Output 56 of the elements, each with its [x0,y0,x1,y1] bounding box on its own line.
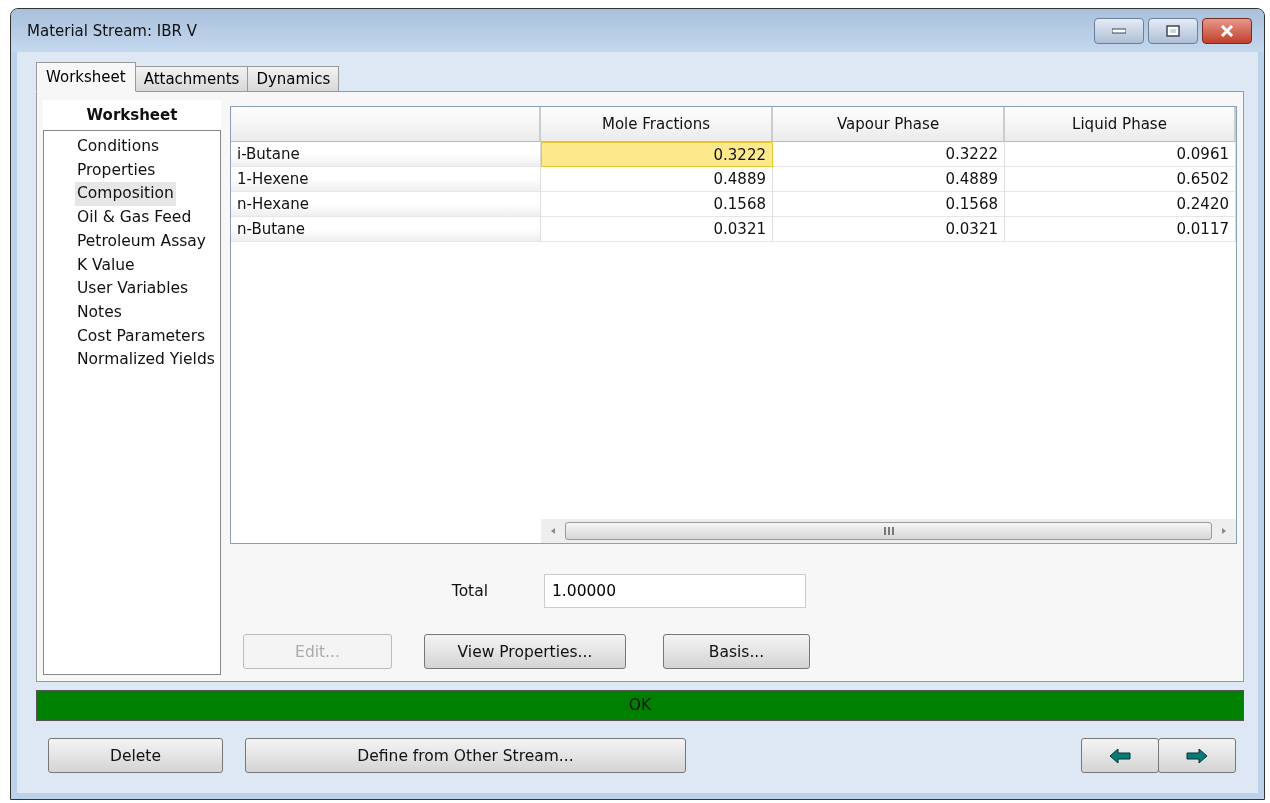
table-cell[interactable]: 0.0321 [773,217,1005,242]
maximize-icon [1166,24,1180,37]
scroll-right-icon [1220,527,1228,535]
right-arrow-icon [1186,747,1208,764]
scroll-left-icon [549,527,557,535]
delete-button[interactable]: Delete [48,738,223,773]
total-label: Total [450,582,488,600]
define-button[interactable]: Define from Other Stream... [245,738,686,773]
sidebar-item[interactable]: Composition [75,182,176,207]
left-arrow-icon [1109,747,1131,764]
sidebar-item[interactable]: Cost Parameters [75,324,208,349]
table-cell[interactable]: 0.3222 [541,142,773,167]
sidebar-item[interactable]: Properties [75,158,158,183]
sidebar-heading: Worksheet [43,100,221,130]
close-button[interactable] [1202,17,1252,44]
sidebar-item[interactable]: User Variables [75,277,191,301]
column-header: Liquid Phase [1005,107,1236,142]
maximize-button[interactable] [1148,17,1198,44]
action-button[interactable]: View Properties... [424,634,626,669]
tab[interactable]: Dynamics [247,66,340,92]
horizontal-scrollbar[interactable] [541,519,1236,543]
sidebar-item[interactable]: Normalized Yields [75,348,217,373]
minimize-icon [1112,27,1126,34]
forward-button[interactable] [1158,738,1236,773]
grip-icon [883,527,894,535]
sidebar-item[interactable]: Oil & Gas Feed [75,206,194,230]
table-cell[interactable]: 0.6502 [1005,167,1236,192]
table-cell[interactable]: 0.3222 [773,142,1005,167]
row-header: n-Hexane [231,192,541,217]
row-header: n-Butane [231,217,541,242]
action-button[interactable]: Basis... [663,634,810,669]
sidebar-item[interactable]: Petroleum Assay [75,229,209,254]
sidebar-item[interactable]: Conditions [75,135,162,159]
scroll-thumb[interactable] [565,522,1212,540]
table-cell[interactable]: 0.1568 [773,192,1005,217]
table-cell[interactable]: 0.4889 [541,167,773,192]
tab[interactable]: Attachments [134,66,249,92]
back-button[interactable] [1081,738,1159,773]
close-icon [1219,24,1235,37]
sidebar-item[interactable]: K Value [75,253,137,278]
table-cell[interactable]: 0.1568 [541,192,773,217]
status-bar: OK [36,690,1244,721]
row-header: 1-Hexene [231,167,541,192]
table-cell[interactable]: 0.0117 [1005,217,1236,242]
table-cell[interactable]: 0.0961 [1005,142,1236,167]
table-cell[interactable]: 0.4889 [773,167,1005,192]
total-field[interactable]: 1.00000 [544,574,806,608]
column-header: Vapour Phase [773,107,1005,142]
tab[interactable]: Worksheet [36,62,136,92]
sidebar-item[interactable]: Notes [75,300,124,325]
column-header: Mole Fractions [541,107,773,142]
minimize-button[interactable] [1094,17,1144,44]
row-header: i-Butane [231,142,541,167]
table-cell[interactable]: 0.0321 [541,217,773,242]
table-cell[interactable]: 0.2420 [1005,192,1236,217]
window-title: Material Stream: IBR V [27,21,197,40]
